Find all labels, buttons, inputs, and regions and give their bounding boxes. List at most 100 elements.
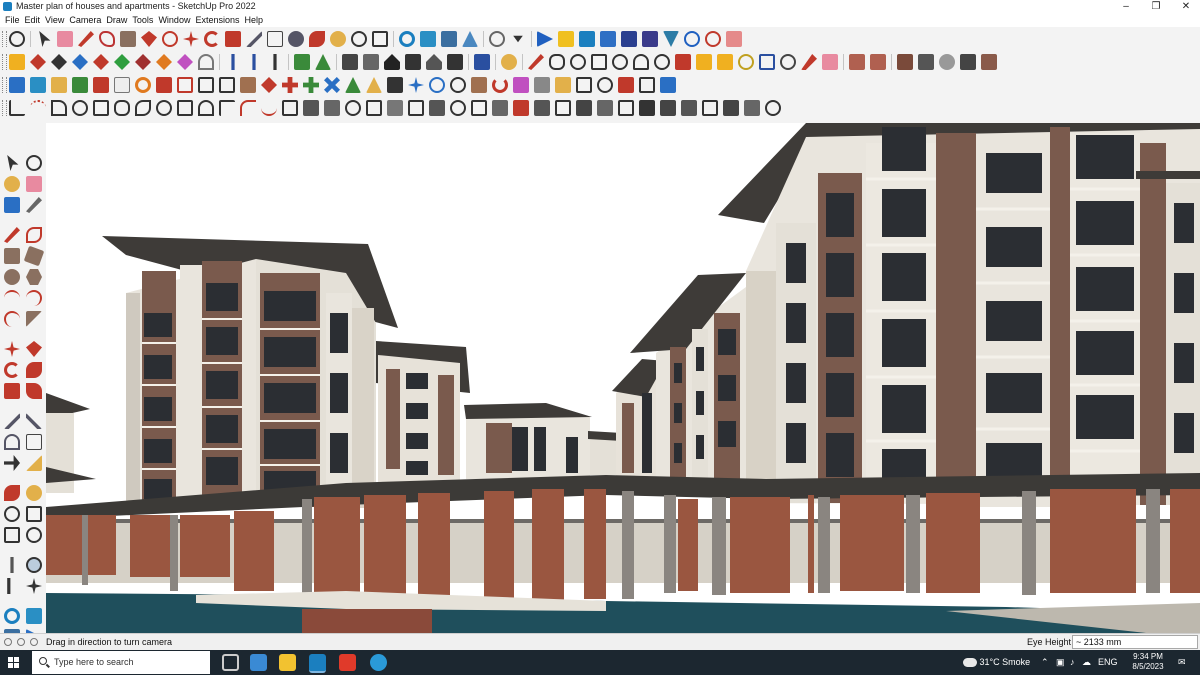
- face-f-icon[interactable]: [114, 77, 130, 93]
- dimension-icon[interactable]: [26, 413, 42, 429]
- frame-icon[interactable]: [198, 77, 214, 93]
- arc-icon[interactable]: [4, 290, 20, 306]
- back-edges-icon[interactable]: [252, 54, 256, 70]
- pan-hand-icon[interactable]: [330, 31, 346, 47]
- extension-warehouse-icon[interactable]: [420, 31, 436, 47]
- x-ray-icon[interactable]: [231, 54, 235, 70]
- face-b-icon[interactable]: [30, 77, 46, 93]
- bottom-view-icon[interactable]: [135, 54, 151, 70]
- shaded-icon[interactable]: [315, 54, 331, 70]
- arc-2pt-icon[interactable]: [26, 290, 42, 306]
- mesh-n-icon[interactable]: [576, 100, 592, 116]
- star-icon[interactable]: [408, 77, 424, 93]
- curve-g-icon[interactable]: [135, 100, 151, 116]
- plus-green-icon[interactable]: [303, 77, 319, 93]
- share-model-icon[interactable]: [462, 31, 478, 47]
- info-icon[interactable]: [4, 638, 12, 646]
- solid-trim-icon[interactable]: [621, 31, 637, 47]
- mesh-v-icon[interactable]: [744, 100, 760, 116]
- mesh-s-icon[interactable]: [681, 100, 697, 116]
- cone-icon[interactable]: [345, 77, 361, 93]
- shape-purple-icon[interactable]: [513, 77, 529, 93]
- solid-split-icon[interactable]: [642, 31, 658, 47]
- material-a-icon[interactable]: [849, 54, 865, 70]
- tag-tool-icon[interactable]: [26, 197, 42, 213]
- shape-d-icon[interactable]: [612, 54, 628, 70]
- section-plane-icon[interactable]: [156, 54, 172, 70]
- hidden-line-icon[interactable]: [294, 54, 310, 70]
- polygon-icon[interactable]: [26, 269, 42, 285]
- zoom-icon[interactable]: [9, 31, 25, 47]
- toolbar-grip[interactable]: [2, 54, 7, 70]
- toolbar-grip[interactable]: [2, 31, 7, 47]
- rotate-icon[interactable]: [204, 31, 220, 47]
- menu-window[interactable]: Window: [153, 13, 190, 27]
- circle-tool-icon[interactable]: [738, 54, 754, 70]
- face-c-icon[interactable]: [51, 77, 67, 93]
- export-icon[interactable]: [918, 54, 934, 70]
- zoom-extents-icon[interactable]: [372, 31, 388, 47]
- maximize-icon[interactable]: ❐: [1141, 0, 1171, 13]
- sandbox-icon[interactable]: [663, 31, 679, 47]
- push-pull-icon[interactable]: [26, 341, 42, 357]
- solid-outer-shell-icon[interactable]: [537, 31, 553, 47]
- frame-b-icon[interactable]: [219, 77, 235, 93]
- geo-location-icon[interactable]: [17, 638, 25, 646]
- zoom-window-icon[interactable]: [351, 31, 367, 47]
- menu-view[interactable]: View: [40, 13, 64, 27]
- position-camera-icon[interactable]: [10, 557, 14, 573]
- layout-icon[interactable]: [441, 31, 457, 47]
- rectangle-icon[interactable]: [4, 248, 20, 264]
- mesh-t-icon[interactable]: [702, 100, 718, 116]
- solid-union-icon[interactable]: [579, 31, 595, 47]
- model-viewport[interactable]: [46, 123, 1200, 633]
- menu-edit[interactable]: Edit: [20, 13, 41, 27]
- shape-frame-icon[interactable]: [576, 77, 592, 93]
- network-icon[interactable]: ▣: [1056, 650, 1065, 675]
- plugin-tool-icon[interactable]: [726, 31, 742, 47]
- mesh-b-icon[interactable]: [324, 100, 340, 116]
- solid-subtract-icon[interactable]: [600, 31, 616, 47]
- mesh-c-icon[interactable]: [345, 100, 361, 116]
- mesh-o-icon[interactable]: [597, 100, 613, 116]
- plus-red-icon[interactable]: [282, 77, 298, 93]
- redo-icon[interactable]: [705, 31, 721, 47]
- follow-me-icon[interactable]: [162, 31, 178, 47]
- taskbar-search-box[interactable]: Type here to search: [32, 651, 210, 674]
- extension-warehouse-icon[interactable]: [26, 608, 42, 624]
- layers-icon[interactable]: [960, 54, 976, 70]
- orbit-icon[interactable]: [4, 485, 20, 501]
- import-icon[interactable]: [897, 54, 913, 70]
- torus-icon[interactable]: [429, 77, 445, 93]
- close-icon[interactable]: ✕: [1171, 0, 1200, 13]
- pyramid-icon[interactable]: [366, 77, 382, 93]
- volume-icon[interactable]: ♪: [1070, 650, 1075, 675]
- iso-view-icon[interactable]: [9, 54, 25, 70]
- select-arrow-icon[interactable]: [39, 31, 51, 47]
- menu-draw[interactable]: Draw: [101, 13, 127, 27]
- shape-blue-icon[interactable]: [660, 77, 676, 93]
- front-view-icon[interactable]: [51, 54, 67, 70]
- shape-a-icon[interactable]: [549, 54, 565, 70]
- shaded-textures-icon[interactable]: [342, 54, 358, 70]
- curve-d-icon[interactable]: [72, 100, 88, 116]
- curve-i-icon[interactable]: [177, 100, 193, 116]
- cup-icon[interactable]: [471, 77, 487, 93]
- onedrive-icon[interactable]: ☁: [1082, 650, 1091, 675]
- measurements-box[interactable]: ~ 2133 mm: [1072, 635, 1198, 649]
- curve-l-icon[interactable]: [240, 100, 256, 116]
- shape-gold-icon[interactable]: [555, 77, 571, 93]
- mesh-p-icon[interactable]: [618, 100, 634, 116]
- mesh-r-icon[interactable]: [660, 100, 676, 116]
- shape-red-icon[interactable]: [618, 77, 634, 93]
- axes-icon[interactable]: [4, 455, 20, 471]
- loop-icon[interactable]: [135, 77, 151, 93]
- warehouse-icon[interactable]: [399, 31, 415, 47]
- chevron-down-icon[interactable]: [513, 35, 523, 43]
- face-d-icon[interactable]: [72, 77, 88, 93]
- magnet-icon[interactable]: [780, 54, 796, 70]
- shape-e-icon[interactable]: [633, 54, 649, 70]
- curve-n-icon[interactable]: [282, 100, 298, 116]
- cross-blue-icon[interactable]: [324, 77, 340, 93]
- tape-measure-icon[interactable]: [4, 413, 20, 429]
